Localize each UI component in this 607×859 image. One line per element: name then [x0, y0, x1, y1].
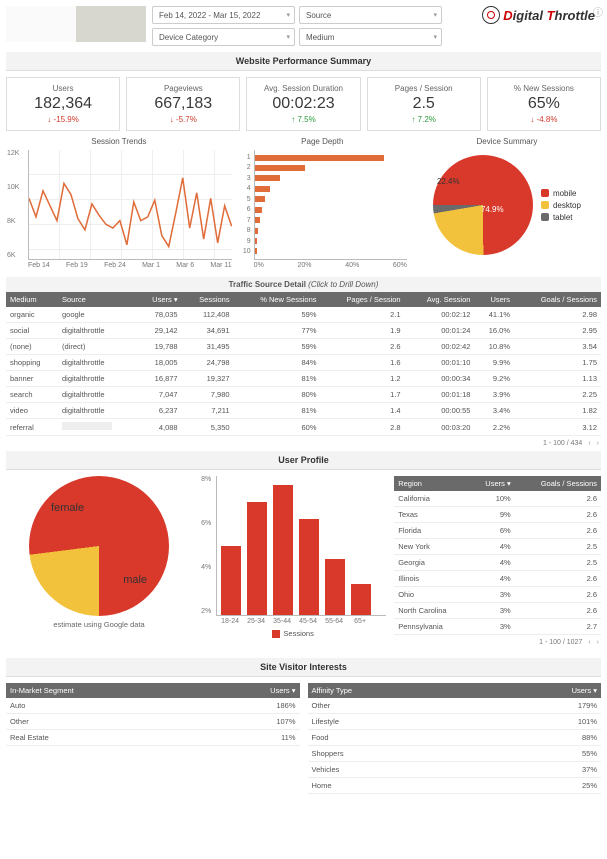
client-logo-placeholder: [6, 6, 146, 42]
table-row[interactable]: New York4%2.5: [394, 539, 601, 555]
table-row[interactable]: organicgoogle78,035112,40859%2.100:02:12…: [6, 307, 601, 323]
chart-title: Page Depth: [238, 137, 407, 146]
device-pie: 74.9%22.4%: [433, 155, 533, 255]
page-depth-chart: Page Depth 12345678910 0%20%40%60%: [238, 137, 407, 269]
kpi-delta: ↑ 7.2%: [372, 115, 476, 124]
age-chart: 8%6%4%2% 18-2425-3435-4445-5455-6465+ Se…: [200, 476, 386, 650]
session-trends-chart: Session Trends 12K10K8K6K Feb 14Feb 19Fe…: [6, 137, 232, 269]
table-row[interactable]: Food88%: [308, 730, 602, 746]
device-category-select[interactable]: Device Category: [152, 28, 295, 46]
brand-icon: [482, 6, 500, 24]
kpi-card: % New Sessions 65% ↓ -4.8%: [487, 77, 601, 131]
table-row[interactable]: shoppingdigitalthrottle18,00524,79884%1.…: [6, 355, 601, 371]
legend-item: mobile: [541, 189, 581, 198]
date-range-select[interactable]: Feb 14, 2022 - Mar 15, 2022: [152, 6, 295, 24]
traffic-pager[interactable]: 1 - 100 / 434‹›: [6, 436, 601, 451]
brand-logo: Digital Throttle: [482, 6, 601, 24]
section-title-user-profile: User Profile: [6, 451, 601, 470]
kpi-delta: ↓ -15.9%: [11, 115, 115, 124]
table-row[interactable]: Georgia4%2.5: [394, 555, 601, 571]
table-row[interactable]: Vehicles37%: [308, 762, 602, 778]
inmarket-table[interactable]: In-Market SegmentUsers ▾ Auto186%Other10…: [6, 683, 300, 746]
device-legend: mobile desktop tablet: [541, 189, 581, 222]
table-row[interactable]: Other107%: [6, 714, 300, 730]
table-row[interactable]: videodigitalthrottle6,2377,21181%1.400:0…: [6, 403, 601, 419]
table-row[interactable]: North Carolina3%2.6: [394, 603, 601, 619]
filters: Feb 14, 2022 - Mar 15, 2022 Source Devic…: [152, 6, 442, 46]
affinity-table[interactable]: Affinity TypeUsers ▾ Other179%Lifestyle1…: [308, 683, 602, 794]
table-row[interactable]: searchdigitalthrottle7,0477,98080%1.700:…: [6, 387, 601, 403]
table-row[interactable]: Other179%: [308, 698, 602, 714]
kpi-value: 2.5: [372, 95, 476, 113]
table-row[interactable]: Florida6%2.6: [394, 523, 601, 539]
source-select[interactable]: Source: [299, 6, 442, 24]
region-table[interactable]: RegionUsers ▾Goals / Sessions California…: [394, 476, 601, 635]
prev-page-icon[interactable]: ‹: [588, 440, 590, 447]
kpi-delta: ↑ 7.5%: [251, 115, 355, 124]
medium-select[interactable]: Medium: [299, 28, 442, 46]
info-icon[interactable]: ⓘ: [593, 4, 603, 19]
table-row[interactable]: Lifestyle101%: [308, 714, 602, 730]
legend-item: tablet: [541, 213, 581, 222]
kpi-row: Users 182,364 ↓ -15.9%Pageviews 667,183 …: [6, 77, 601, 131]
legend-item: desktop: [541, 201, 581, 210]
chart-title: Session Trends: [6, 137, 232, 146]
kpi-card: Users 182,364 ↓ -15.9%: [6, 77, 120, 131]
kpi-value: 00:02:23: [251, 95, 355, 113]
table-row[interactable]: Illinois4%2.6: [394, 571, 601, 587]
table-row[interactable]: Texas9%2.6: [394, 507, 601, 523]
chart-title: Device Summary: [413, 137, 601, 146]
section-title-interests: Site Visitor Interests: [6, 658, 601, 677]
kpi-delta: ↓ -4.8%: [492, 115, 596, 124]
kpi-label: Pageviews: [131, 84, 235, 93]
kpi-value: 182,364: [11, 95, 115, 113]
gender-label-female: female: [51, 502, 84, 514]
kpi-label: Avg. Session Duration: [251, 84, 355, 93]
kpi-label: % New Sessions: [492, 84, 596, 93]
age-legend: Sessions: [200, 629, 386, 638]
gender-caption: estimate using Google data: [6, 620, 192, 629]
prev-page-icon[interactable]: ‹: [588, 639, 590, 646]
kpi-label: Users: [11, 84, 115, 93]
gender-chart: female male estimate using Google data: [6, 476, 192, 650]
device-summary-chart: Device Summary 74.9%22.4% mobile desktop t…: [413, 137, 601, 269]
table-row[interactable]: referral4,0885,35060%2.800:03:202.2%3.12: [6, 419, 601, 436]
traffic-table-title: Traffic Source Detail (Click to Drill Do…: [6, 277, 601, 292]
table-row[interactable]: Shoppers55%: [308, 746, 602, 762]
next-page-icon[interactable]: ›: [597, 440, 599, 447]
kpi-card: Avg. Session Duration 00:02:23 ↑ 7.5%: [246, 77, 360, 131]
region-table-wrap: RegionUsers ▾Goals / Sessions California…: [394, 476, 601, 650]
section-title-performance: Website Performance Summary: [6, 52, 601, 71]
table-row[interactable]: Ohio3%2.6: [394, 587, 601, 603]
kpi-card: Pages / Session 2.5 ↑ 7.2%: [367, 77, 481, 131]
table-row[interactable]: Real Estate11%: [6, 730, 300, 746]
kpi-card: Pageviews 667,183 ↓ -5.7%: [126, 77, 240, 131]
kpi-label: Pages / Session: [372, 84, 476, 93]
traffic-table[interactable]: MediumSourceUsers ▾Sessions% New Session…: [6, 292, 601, 436]
region-pager[interactable]: 1 - 100 / 1027‹›: [394, 635, 601, 650]
kpi-delta: ↓ -5.7%: [131, 115, 235, 124]
table-row[interactable]: Home25%: [308, 778, 602, 794]
kpi-value: 65%: [492, 95, 596, 113]
kpi-value: 667,183: [131, 95, 235, 113]
gender-label-male: male: [123, 574, 147, 586]
table-row[interactable]: California10%2.6: [394, 491, 601, 507]
table-row[interactable]: Auto186%: [6, 698, 300, 714]
next-page-icon[interactable]: ›: [597, 639, 599, 646]
table-row[interactable]: socialdigitalthrottle29,14234,69177%1.90…: [6, 323, 601, 339]
table-row[interactable]: (none)(direct)19,78831,49559%2.600:02:42…: [6, 339, 601, 355]
topbar: Feb 14, 2022 - Mar 15, 2022 Source Devic…: [6, 6, 601, 46]
table-row[interactable]: Pennsylvania3%2.7: [394, 619, 601, 635]
brand-name: Digital Throttle: [503, 8, 595, 23]
table-row[interactable]: bannerdigitalthrottle16,87719,32781%1.20…: [6, 371, 601, 387]
